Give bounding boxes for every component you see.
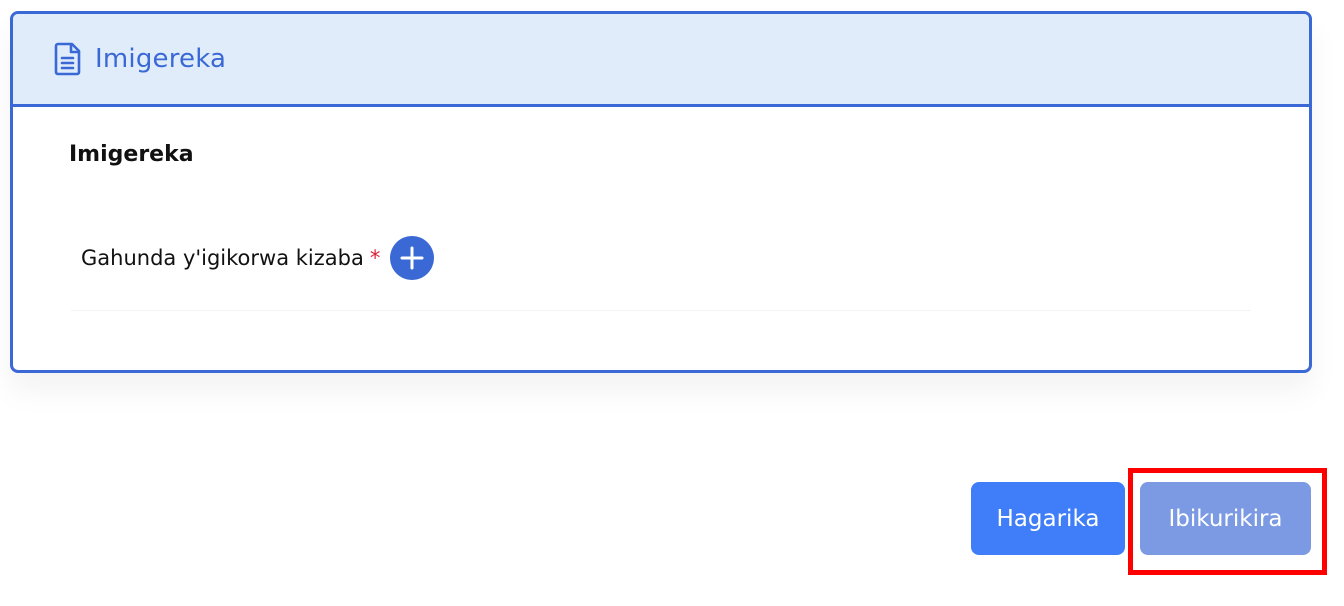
card-header: Imigereka [13,14,1309,107]
next-button[interactable]: Ibikurikira [1140,482,1311,555]
document-icon [53,42,83,76]
attachments-card: Imigereka Imigereka Gahunda y'igikorwa k… [10,11,1312,373]
card-title: Imigereka [95,44,227,74]
required-marker: * [369,246,381,270]
add-attachment-button[interactable] [390,236,435,280]
divider [71,310,1251,311]
plus-icon [400,246,424,270]
cancel-button[interactable]: Hagarika [971,482,1125,555]
section-title: Imigereka [69,142,194,167]
field-label: Gahunda y'igikorwa kizaba [81,246,364,270]
action-plan-field: Gahunda y'igikorwa kizaba * [81,236,435,280]
